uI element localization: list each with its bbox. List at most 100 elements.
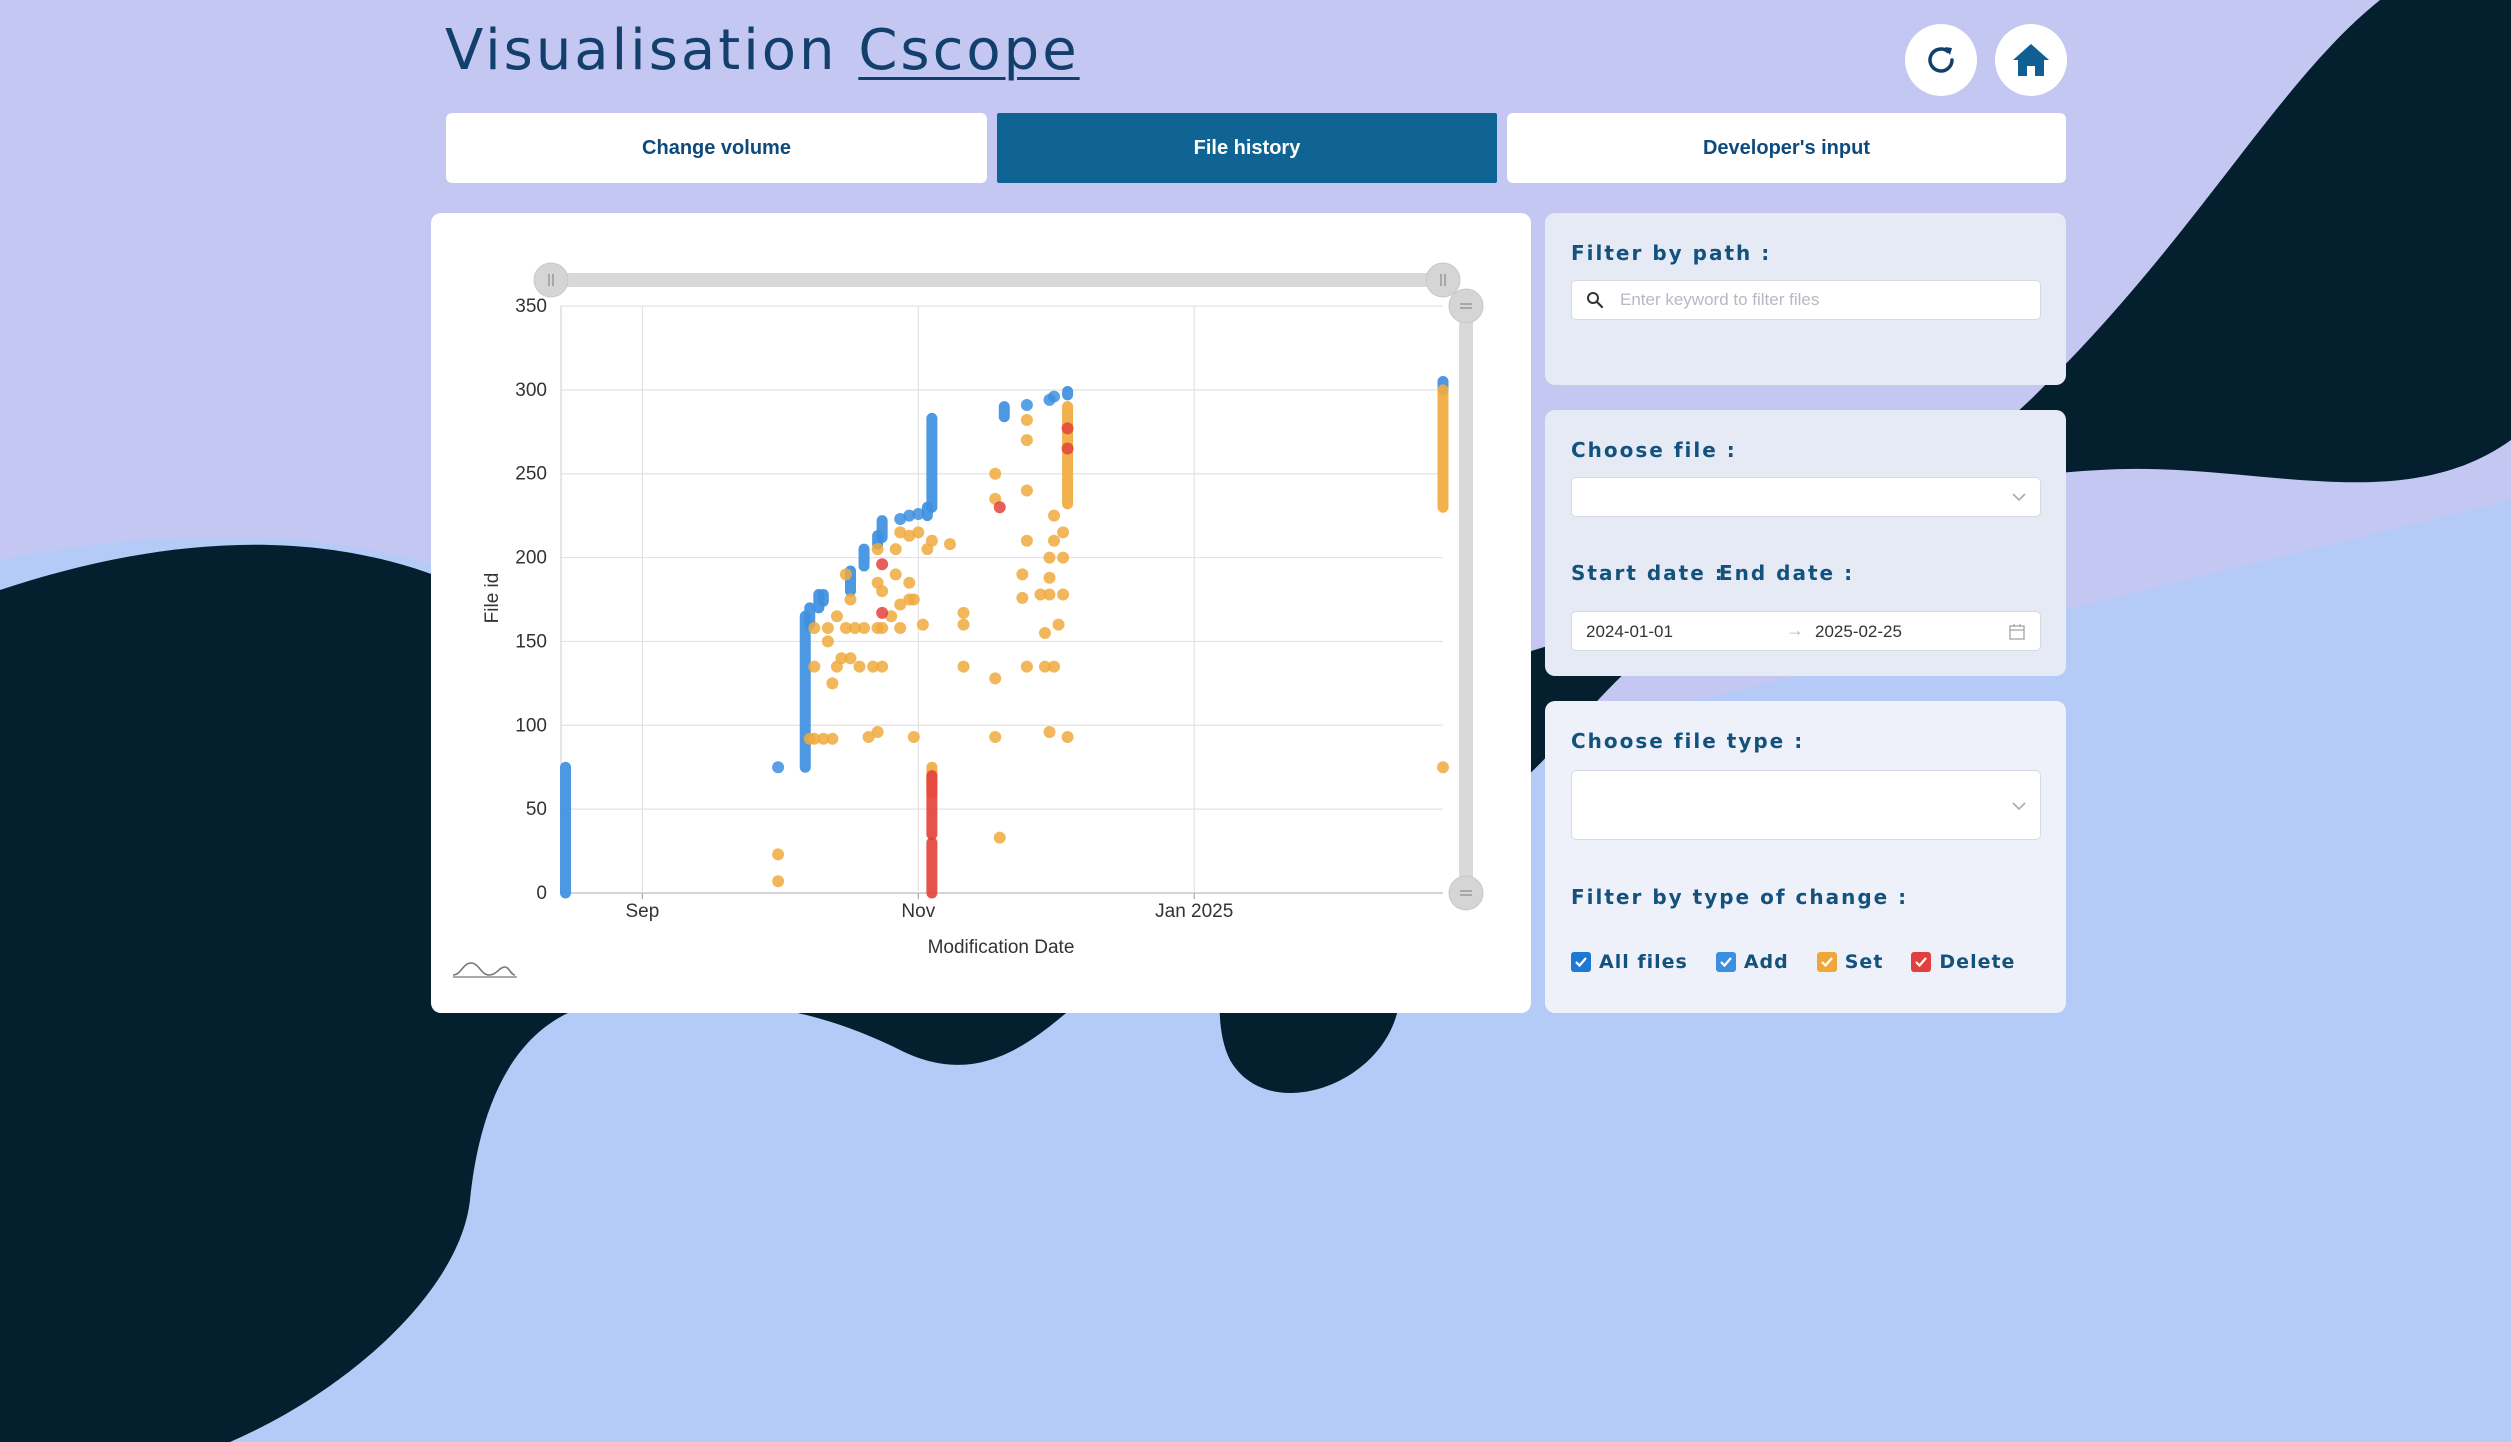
data-point [876,558,889,571]
y-tick-label: 0 [536,883,547,904]
end-date-input[interactable]: 2025-02-25 [1815,622,1902,642]
data-point [772,848,785,861]
refresh-icon [1928,47,1954,73]
data-point [871,725,884,738]
checkbox-set[interactable]: Set [1816,951,1884,973]
title-brand: Cscope [858,18,1080,83]
refresh-button[interactable] [1905,24,1977,96]
data-point [1048,390,1061,403]
data-point [993,831,1006,844]
data-point [1043,588,1056,601]
data-point [1057,526,1070,539]
home-button[interactable] [1995,24,2067,96]
choose-file-label: Choose file : [1571,438,1737,462]
arrow-right-icon: → [1786,620,1804,640]
calendar-icon [2009,624,2025,640]
file-type-select[interactable] [1571,770,2041,840]
tab-developers-input[interactable]: Developer's input [1507,113,2066,183]
x-zoom-slider-track[interactable] [546,273,1458,287]
home-icon [2013,44,2049,76]
data-point [1052,618,1065,631]
y-tick-label: 100 [515,715,547,736]
y-zoom-handle[interactable] [1448,288,1484,324]
data-point [889,568,902,581]
checkbox-check-icon[interactable] [1816,952,1837,972]
checkbox-add[interactable]: Add [1715,951,1789,973]
data-point [1043,551,1056,564]
tab-file-history[interactable]: File history [997,113,1497,183]
data-point [957,618,970,631]
data-point [821,635,834,648]
data-point [916,618,929,631]
data-point [844,652,857,665]
data-point [1437,761,1449,774]
data-point [1020,414,1033,427]
chevron-down-icon [2012,493,2026,502]
data-point [1061,422,1074,435]
end-date-label: End date : [1719,561,1855,585]
path-filter-label: Filter by path : [1571,241,1772,265]
data-point [957,606,970,619]
chart-type-toggle-icon[interactable] [452,962,517,978]
y-zoom-handle-knob[interactable] [1448,288,1484,324]
start-date-label: Start date : [1571,561,1725,585]
data-point [1016,591,1029,604]
data-point [1016,568,1029,581]
tab-change-volume[interactable]: Change volume [446,113,987,183]
y-tick-label: 350 [515,296,547,317]
y-tick-label: 200 [515,548,547,569]
path-search-placeholder: Enter keyword to filter files [1620,290,1820,309]
data-point [989,731,1002,744]
date-range-picker[interactable]: 2024-01-01 → 2025-02-25 [1571,611,2041,651]
data-point [1020,398,1033,411]
data-point [876,606,889,619]
data-point [1061,731,1074,744]
data-point [943,538,956,551]
x-zoom-handle-knob[interactable] [1425,262,1461,298]
y-zoom-slider-track[interactable] [1459,306,1473,893]
checkbox-label: Delete [1939,951,2016,973]
path-search-field[interactable]: Enter keyword to filter files [1571,280,2041,320]
data-point [808,660,821,673]
data-point [1020,660,1033,673]
data-point [772,761,785,774]
checkbox-label: Set [1844,951,1884,973]
data-point [907,593,920,606]
y-zoom-handle-knob[interactable] [1448,875,1484,911]
x-zoom-handle[interactable] [1425,262,1461,298]
x-tick-label: Jan 2025 [1155,901,1233,922]
data-point [871,543,884,556]
data-point [830,610,843,623]
data-point [1020,434,1033,447]
series-set [772,384,1449,888]
y-tick-label: 150 [515,631,547,652]
data-point [921,543,934,556]
x-tick-label: Sep [626,901,660,922]
x-zoom-handle-knob[interactable] [533,262,569,298]
start-date-input[interactable]: 2024-01-01 [1586,622,1673,642]
y-tick-label: 50 [526,799,547,820]
title-prefix: Visualisation [445,18,838,83]
file-history-scatter-chart: 0 50 100 150 200 250 300 350 Sep Nov Jan 2025 Mod… [452,262,1484,978]
data-point [1020,484,1033,497]
checkbox-check-icon[interactable] [1571,952,1591,972]
data-point [903,576,916,589]
data-point [808,622,821,635]
x-zoom-handle[interactable] [533,262,569,298]
chart-panel: 0 50 100 150 200 250 300 350 Sep Nov Jan 2025 Mod… [431,213,1531,1013]
checkbox-label: Add [1743,951,1789,973]
choose-file-type-label: Choose file type : [1571,729,1805,753]
data-point [894,622,907,635]
checkbox-delete[interactable]: Delete [1911,951,2015,973]
data-point [1048,660,1061,673]
y-tick-label: 250 [515,464,547,485]
checkbox-all-files[interactable]: All files [1571,951,1688,973]
file-select[interactable] [1571,477,2041,517]
checkbox-check-icon[interactable] [1715,952,1736,972]
y-zoom-handle[interactable] [1448,875,1484,911]
checkbox-check-icon[interactable] [1911,952,1932,972]
data-point [826,677,839,690]
data-point [876,585,889,598]
data-point [858,622,871,635]
data-point [989,672,1002,685]
